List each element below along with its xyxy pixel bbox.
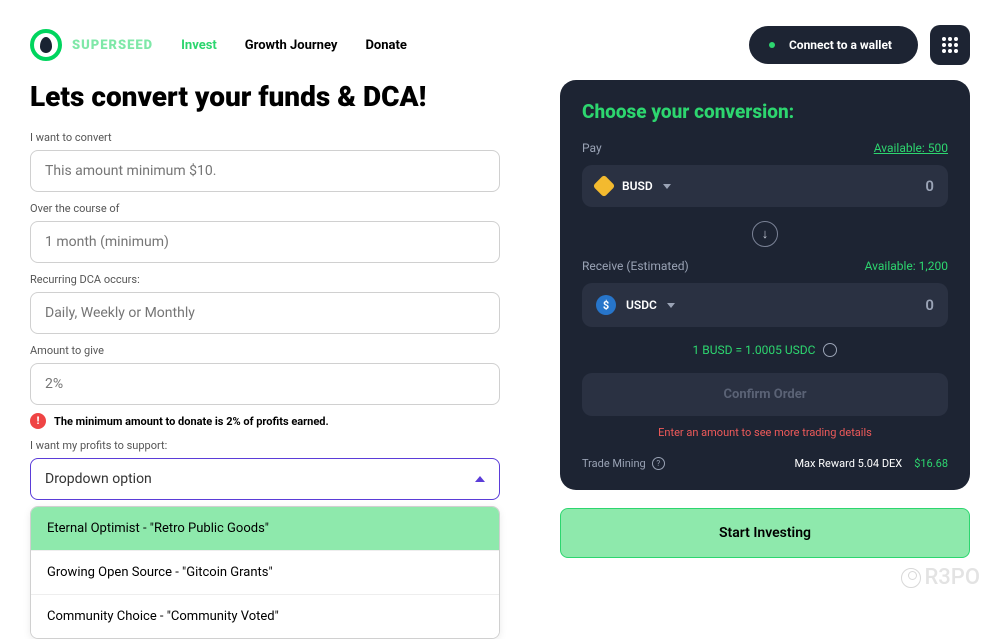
panel-title: Choose your conversion: <box>582 100 948 123</box>
pay-token-box: BUSD 0 <box>582 165 948 207</box>
logo-icon <box>30 29 62 61</box>
swap-direction-button[interactable]: ↓ <box>752 221 778 247</box>
brand-name: SUPERSEED <box>72 38 153 53</box>
pay-token-name: BUSD <box>622 179 653 193</box>
grid-icon <box>942 37 958 53</box>
status-dot-icon <box>769 42 775 48</box>
refresh-rate-icon[interactable] <box>823 343 837 357</box>
nav-invest[interactable]: Invest <box>181 38 217 53</box>
trade-mining-label: Trade Mining <box>582 457 646 470</box>
receive-token-select[interactable]: $ USDC <box>596 295 675 315</box>
chevron-down-icon <box>667 303 675 308</box>
receive-amount: 0 <box>925 296 934 314</box>
label-convert: I want to convert <box>30 131 500 144</box>
chevron-up-icon <box>475 476 485 482</box>
max-reward-value: $16.68 <box>914 457 948 470</box>
duration-input[interactable] <box>30 221 500 263</box>
label-support: I want my profits to support: <box>30 439 500 452</box>
label-recurring: Recurring DCA occurs: <box>30 273 500 286</box>
support-dropdown[interactable]: Dropdown option <box>30 458 500 500</box>
recurring-input[interactable] <box>30 292 500 334</box>
chevron-down-icon <box>663 184 671 189</box>
usdc-icon: $ <box>596 295 616 315</box>
max-reward-label: Max Reward 5.04 DEX <box>794 457 902 470</box>
apps-menu-button[interactable] <box>930 25 970 65</box>
receive-token-box: $ USDC 0 <box>582 283 948 327</box>
watermark-icon <box>901 568 921 588</box>
receive-label: Receive (Estimated) <box>582 259 689 273</box>
pay-amount-input[interactable]: 0 <box>925 177 934 195</box>
warning-text: The minimum amount to donate is 2% of pr… <box>54 415 329 428</box>
support-option-gitcoin-grants[interactable]: Growing Open Source - "Gitcoin Grants" <box>31 551 499 595</box>
receive-token-name: USDC <box>626 298 657 312</box>
help-icon[interactable]: ? <box>652 457 665 470</box>
pay-token-select[interactable]: BUSD <box>596 178 671 194</box>
nav-growth-journey[interactable]: Growth Journey <box>245 38 338 53</box>
start-investing-button[interactable]: Start Investing <box>560 508 970 558</box>
pay-available[interactable]: Available: 500 <box>874 141 948 155</box>
amount-give-input[interactable] <box>30 363 500 405</box>
connect-wallet-button[interactable]: Connect to a wallet <box>749 26 918 64</box>
label-amount-give: Amount to give <box>30 344 500 357</box>
pay-label: Pay <box>582 141 602 155</box>
conversion-panel: Choose your conversion: Pay Available: 5… <box>560 80 970 490</box>
support-option-community-choice[interactable]: Community Choice - "Community Voted" <box>31 595 499 638</box>
confirm-order-button: Confirm Order <box>582 373 948 416</box>
convert-amount-input[interactable] <box>30 150 500 192</box>
trade-hint: Enter an amount to see more trading deta… <box>582 426 948 439</box>
support-dropdown-list: Eternal Optimist - "Retro Public Goods" … <box>30 506 500 639</box>
nav-donate[interactable]: Donate <box>365 38 406 53</box>
page-title: Lets convert your funds & DCA! <box>30 80 500 113</box>
receive-available: Available: 1,200 <box>865 259 948 273</box>
watermark: R3PO <box>901 565 980 590</box>
connect-wallet-label: Connect to a wallet <box>789 38 892 52</box>
support-option-eternal-optimist[interactable]: Eternal Optimist - "Retro Public Goods" <box>31 507 499 551</box>
conversion-rate: 1 BUSD = 1.0005 USDC <box>693 343 816 357</box>
warning-icon: ! <box>30 413 46 429</box>
support-dropdown-value: Dropdown option <box>45 471 152 487</box>
busd-icon <box>593 175 616 198</box>
label-course: Over the course of <box>30 202 500 215</box>
